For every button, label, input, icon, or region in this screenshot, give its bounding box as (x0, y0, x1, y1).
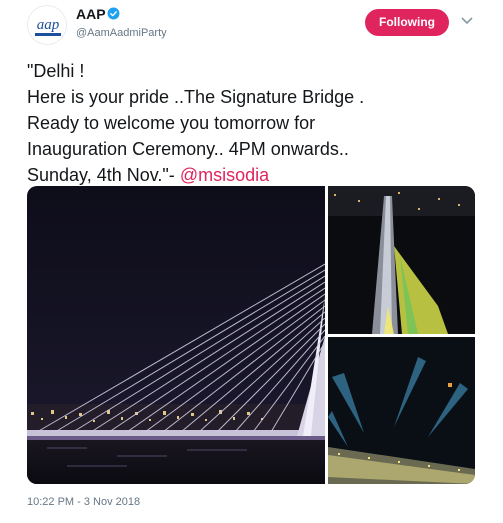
tweet-line: Here is your pride ..The Signature Bridg… (27, 87, 365, 107)
chevron-down-icon[interactable] (461, 16, 473, 26)
tweet-text: "Delhi ! Here is your pride ..The Signat… (27, 58, 487, 188)
tweet-line: Ready to welcome you tomorrow for (27, 113, 316, 133)
tweet-timestamp[interactable]: 10:22 PM - 3 Nov 2018 (27, 496, 140, 508)
photo-bridge-aerial[interactable] (328, 186, 475, 334)
tweet-header: aap AAP @AamAadmiParty Following (0, 0, 503, 50)
tweet-line-last: Sunday, 4th Nov."- @msisodia (27, 162, 487, 188)
account-handle[interactable]: @AamAadmiParty (76, 27, 167, 39)
tweet-line: Sunday, 4th Nov."- (27, 165, 180, 185)
media-grid (27, 186, 475, 484)
mention-link[interactable]: @msisodia (180, 165, 269, 185)
avatar[interactable]: aap (27, 5, 67, 45)
following-button[interactable]: Following (365, 9, 449, 36)
display-name[interactable]: AAP (76, 6, 106, 22)
photo-bridge-night[interactable] (27, 186, 325, 484)
verified-badge-icon (107, 7, 120, 20)
svg-text:aap: aap (37, 17, 60, 33)
tweet-line: Inauguration Ceremony.. 4PM onwards.. (27, 139, 349, 159)
photo-bridge-searchlights[interactable] (328, 337, 475, 484)
tweet-line: "Delhi ! (27, 61, 85, 81)
